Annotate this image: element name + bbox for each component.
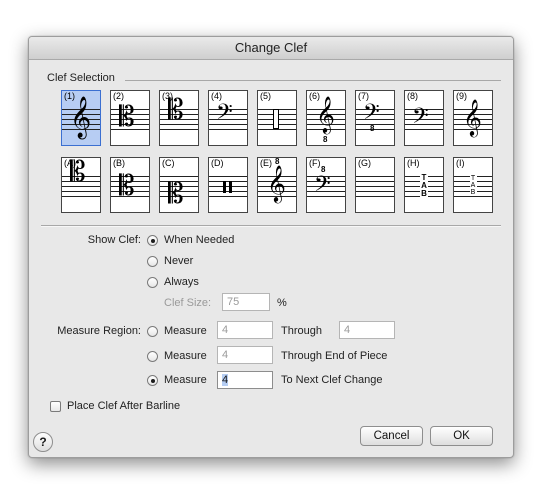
measure-from-field[interactable]: 4 <box>217 321 273 339</box>
octave-mark: 8 <box>275 157 280 166</box>
measure-end-label[interactable]: Measure <box>164 350 207 362</box>
place-after-barline-label[interactable]: Place Clef After Barline <box>67 400 180 412</box>
to-next-clef-label: To Next Clef Change <box>281 374 383 386</box>
clef-tile-7[interactable]: (7) 𝄢 8 <box>355 90 395 146</box>
clef-tile-9[interactable]: (9) 𝄞 <box>453 90 493 146</box>
show-clef-label: Show Clef: <box>87 234 141 246</box>
clef-tile-h[interactable]: (H) T A B <box>404 157 444 213</box>
help-button[interactable]: ? <box>33 432 53 452</box>
c-clef-icon: 𝄡 <box>168 177 184 210</box>
measure-next-value: 4 <box>222 374 229 386</box>
when-needed-radio[interactable] <box>147 235 158 246</box>
clef-tile-b[interactable]: (B) 𝄡 <box>110 157 150 213</box>
tab-clef-icon: T A B <box>454 175 492 196</box>
treble-clef-icon: 𝄞 <box>70 97 92 138</box>
measure-next-label[interactable]: Measure <box>164 374 207 386</box>
clef-tile-g[interactable]: (G) <box>355 157 395 213</box>
clef-tile-6[interactable]: (6) 𝄞 8 <box>306 90 346 146</box>
clef-tile-e[interactable]: (E) 𝄞 8 <box>257 157 297 213</box>
place-after-barline-checkbox[interactable] <box>50 401 61 412</box>
c-clef-icon: 𝄡 <box>119 169 135 202</box>
tab-letter: B <box>469 189 477 196</box>
through-end-label: Through End of Piece <box>281 350 388 362</box>
clef-size-unit: % <box>277 297 287 309</box>
treble-clef-8va-icon: 𝄞 <box>267 164 286 202</box>
clef-tile-8[interactable]: (8) 𝄢 <box>404 90 444 146</box>
always-radio[interactable] <box>147 277 158 288</box>
tab-letter: A <box>469 182 477 189</box>
clef-tile-label: (I) <box>456 158 466 168</box>
clef-tile-label: (G) <box>358 158 372 168</box>
clef-tile-label: (5) <box>260 91 272 101</box>
clef-tile-label: (F) <box>309 158 322 168</box>
always-label[interactable]: Always <box>164 276 199 288</box>
clef-tile-d[interactable]: (D) <box>208 157 248 213</box>
measure-to-field[interactable]: 4 <box>339 321 395 339</box>
treble-clef-8vb-icon: 𝄞 <box>316 95 335 133</box>
c-clef-icon: 𝄡 <box>168 93 184 126</box>
bass-clef-8va-icon: 𝄢 <box>314 172 331 202</box>
c-clef-icon: 𝄡 <box>119 100 135 133</box>
section-divider <box>41 225 501 227</box>
octave-mark: 8 <box>321 165 326 174</box>
dialog-title: Change Clef <box>29 37 513 60</box>
ok-button[interactable]: OK <box>430 426 493 446</box>
clef-tile-2[interactable]: (2) 𝄡 <box>110 90 150 146</box>
clef-tile-i[interactable]: (I) T A B <box>453 157 493 213</box>
clef-tile-f[interactable]: (F) 𝄢 8 <box>306 157 346 213</box>
clef-tile-a[interactable]: (A) 𝄡 <box>61 155 101 213</box>
measure-next-radio[interactable] <box>147 375 158 386</box>
bass-clef-icon: 𝄢 <box>216 100 233 130</box>
never-label[interactable]: Never <box>164 255 193 267</box>
clef-tile-1[interactable]: (1) 𝄞 <box>61 90 101 146</box>
section-rule <box>125 80 501 81</box>
measure-through-radio[interactable] <box>147 326 158 337</box>
clef-tile-label: (H) <box>407 158 421 168</box>
clef-selection-label: Clef Selection <box>47 72 115 84</box>
tab-letter: B <box>420 189 428 198</box>
octave-mark: 8 <box>370 124 375 133</box>
through-label: Through <box>281 325 322 337</box>
clef-tile-c[interactable]: (C) 𝄡 <box>159 157 199 213</box>
clef-tile-label: (8) <box>407 91 419 101</box>
clef-size-field[interactable]: 75 <box>222 293 270 311</box>
clef-tile-label: (C) <box>162 158 176 168</box>
tab-clef-icon: T A B <box>405 174 443 198</box>
clef-tile-5[interactable]: (5) <box>257 90 297 146</box>
octave-mark: 8 <box>323 135 328 144</box>
measure-end-radio[interactable] <box>147 351 158 362</box>
when-needed-label[interactable]: When Needed <box>164 234 234 246</box>
measure-through-label[interactable]: Measure <box>164 325 207 337</box>
clef-tile-label: (D) <box>211 158 225 168</box>
clef-tile-label: (B) <box>113 158 126 168</box>
cancel-button[interactable]: Cancel <box>360 426 423 446</box>
percussion-bar-icon <box>223 181 226 193</box>
clef-size-label: Clef Size: <box>164 297 212 309</box>
measure-next-from-field[interactable]: 4 <box>217 371 273 389</box>
change-clef-dialog: Change Clef Clef Selection (1) 𝄞 (2) 𝄡 (… <box>28 36 514 458</box>
percussion-bar-icon <box>229 181 232 193</box>
measure-end-from-field[interactable]: 4 <box>217 346 273 364</box>
c-clef-icon: 𝄡 <box>70 155 86 188</box>
clef-tile-3[interactable]: (3) 𝄡 <box>159 90 199 146</box>
treble-clef-icon: 𝄞 <box>463 98 482 136</box>
clef-tile-4[interactable]: (4) 𝄢 <box>208 90 248 146</box>
percussion-clef-icon <box>273 109 279 129</box>
bass-clef-icon: 𝄢 <box>412 104 429 134</box>
tab-letter: T <box>469 175 477 182</box>
measure-region-label: Measure Region: <box>57 325 141 337</box>
never-radio[interactable] <box>147 256 158 267</box>
